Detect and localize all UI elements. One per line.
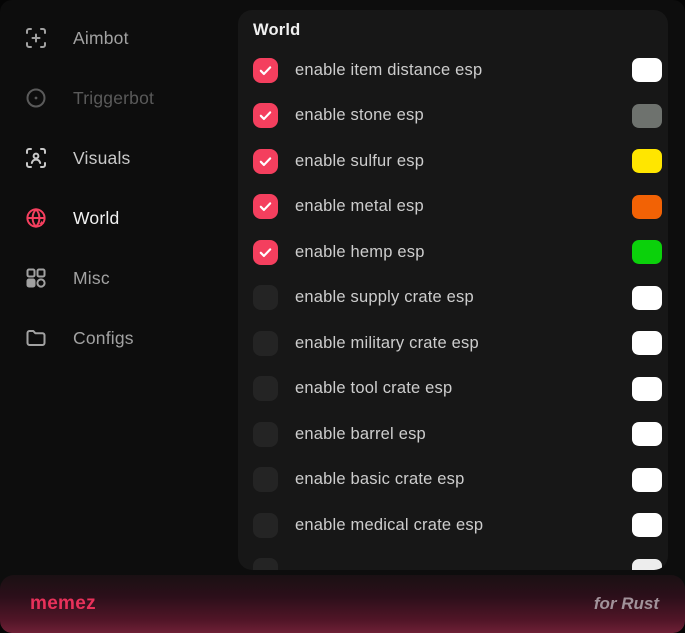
world-icon xyxy=(24,206,48,230)
color-swatch[interactable] xyxy=(632,286,662,310)
sidebar: Aimbot Triggerbot Visuals World Misc Configs xyxy=(0,8,238,368)
setting-row: enable medical crate esp xyxy=(238,503,668,549)
aimbot-icon xyxy=(24,26,48,50)
sidebar-item-world[interactable]: World xyxy=(0,188,238,248)
color-swatch[interactable] xyxy=(632,195,662,219)
triggerbot-icon xyxy=(24,86,48,110)
sidebar-item-misc[interactable]: Misc xyxy=(0,248,238,308)
footer-subtitle: for Rust xyxy=(594,594,659,614)
world-panel: World enable item distance esp enable sto… xyxy=(238,10,668,570)
color-swatch[interactable] xyxy=(632,58,662,82)
setting-row: enable tool crate esp xyxy=(238,366,668,412)
sidebar-item-label: World xyxy=(73,208,119,229)
setting-label: enable sulfur esp xyxy=(295,152,632,171)
checkbox-checked[interactable] xyxy=(253,103,278,128)
checkbox-unchecked[interactable] xyxy=(253,513,278,538)
setting-row: enable supply crate esp xyxy=(238,275,668,321)
setting-row: enable sulfur esp xyxy=(238,139,668,185)
setting-row: enable basic crate esp xyxy=(238,457,668,503)
color-swatch[interactable] xyxy=(632,240,662,264)
setting-row xyxy=(238,548,668,570)
setting-row: enable barrel esp xyxy=(238,412,668,458)
sidebar-item-triggerbot[interactable]: Triggerbot xyxy=(0,68,238,128)
sidebar-item-label: Configs xyxy=(73,328,134,349)
setting-label: enable stone esp xyxy=(295,106,632,125)
visuals-icon xyxy=(24,146,48,170)
setting-label: enable hemp esp xyxy=(295,243,632,262)
setting-row: enable stone esp xyxy=(238,93,668,139)
cheat-window: AimbotTriggerbotVisualsWorldMiscConfigs … xyxy=(0,0,685,633)
checkbox-checked[interactable] xyxy=(253,58,278,83)
setting-label: enable metal esp xyxy=(295,197,632,216)
color-swatch[interactable] xyxy=(632,422,662,446)
color-swatch[interactable] xyxy=(632,559,662,570)
color-swatch[interactable] xyxy=(632,468,662,492)
setting-label: enable medical crate esp xyxy=(295,516,632,535)
checkbox-checked[interactable] xyxy=(253,240,278,265)
checkbox-unchecked[interactable] xyxy=(253,422,278,447)
settings-list: enable item distance esp enable stone esp… xyxy=(238,48,668,571)
setting-row: enable item distance esp xyxy=(238,48,668,94)
setting-label: enable military crate esp xyxy=(295,334,632,353)
checkbox-checked[interactable] xyxy=(253,194,278,219)
configs-icon xyxy=(24,326,48,350)
color-swatch[interactable] xyxy=(632,513,662,537)
setting-label: enable tool crate esp xyxy=(295,379,632,398)
sidebar-item-configs[interactable]: Configs xyxy=(0,308,238,368)
checkbox-unchecked[interactable] xyxy=(253,331,278,356)
sidebar-item-visuals[interactable]: Visuals xyxy=(0,128,238,188)
setting-row: enable metal esp xyxy=(238,184,668,230)
brand-name: memez xyxy=(30,593,96,615)
sidebar-item-label: Visuals xyxy=(73,148,131,169)
setting-label: enable barrel esp xyxy=(295,425,632,444)
panel-title: World xyxy=(238,10,668,48)
color-swatch[interactable] xyxy=(632,331,662,355)
color-swatch[interactable] xyxy=(632,104,662,128)
setting-row: enable military crate esp xyxy=(238,321,668,367)
color-swatch[interactable] xyxy=(632,149,662,173)
checkbox-unchecked[interactable] xyxy=(253,558,278,570)
sidebar-item-label: Aimbot xyxy=(73,28,129,49)
setting-label: enable supply crate esp xyxy=(295,288,632,307)
checkbox-unchecked[interactable] xyxy=(253,285,278,310)
setting-row: enable hemp esp xyxy=(238,230,668,276)
checkbox-unchecked[interactable] xyxy=(253,467,278,492)
sidebar-item-aimbot[interactable]: Aimbot xyxy=(0,8,238,68)
misc-icon xyxy=(24,266,48,290)
checkbox-checked[interactable] xyxy=(253,149,278,174)
setting-label: enable item distance esp xyxy=(295,61,632,80)
checkbox-unchecked[interactable] xyxy=(253,376,278,401)
color-swatch[interactable] xyxy=(632,377,662,401)
setting-label: enable basic crate esp xyxy=(295,470,632,489)
sidebar-item-label: Triggerbot xyxy=(73,88,154,109)
sidebar-item-label: Misc xyxy=(73,268,110,289)
footer-bar: memez for Rust xyxy=(0,575,685,633)
